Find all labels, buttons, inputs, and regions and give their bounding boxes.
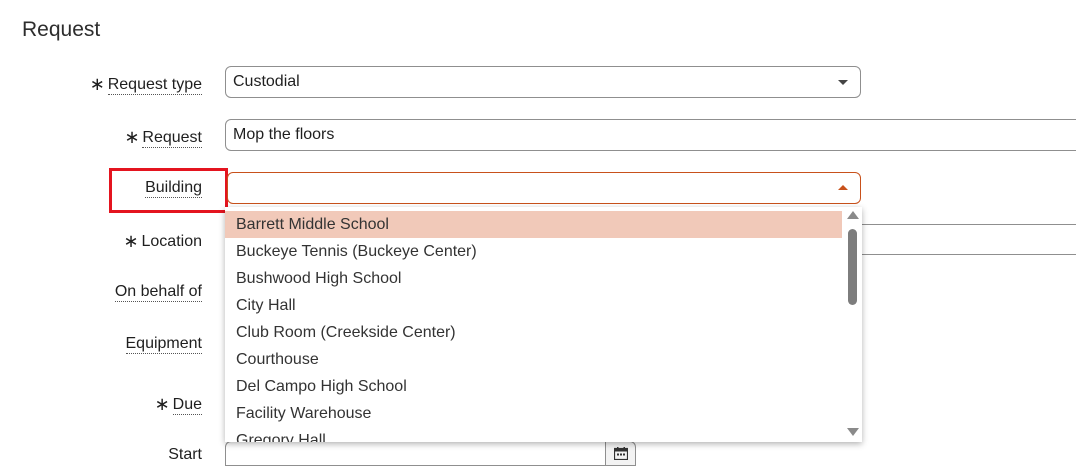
building-options: Barrett Middle School Buckeye Tennis (Bu… <box>225 211 842 442</box>
on-behalf-of-label-text: On behalf of <box>114 283 202 302</box>
building-option[interactable]: Club Room (Creekside Center) <box>225 319 842 346</box>
building-label-text: Building <box>145 179 202 198</box>
location-label: ∗ Location <box>123 230 202 251</box>
required-marker: ∗ <box>123 231 139 251</box>
required-marker: ∗ <box>154 394 170 414</box>
request-type-select[interactable]: Custodial <box>225 66 861 98</box>
scroll-down-arrow-icon[interactable] <box>847 428 859 436</box>
building-option[interactable]: Gregory Hall <box>225 427 842 442</box>
scrollbar-thumb[interactable] <box>848 229 857 305</box>
caret-down-icon[interactable] <box>838 80 848 85</box>
request-type-value: Custodial <box>233 73 300 90</box>
building-dropdown-list[interactable]: Barrett Middle School Buckeye Tennis (Bu… <box>225 207 862 442</box>
due-label: ∗ Due <box>154 393 202 415</box>
building-option[interactable]: Del Campo High School <box>225 373 842 400</box>
request-label: ∗ Request <box>124 126 202 148</box>
dropdown-scrollbar[interactable] <box>844 207 862 442</box>
calendar-button[interactable] <box>605 441 636 466</box>
request-value: Mop the floors <box>233 126 335 143</box>
equipment-label: Equipment <box>125 335 202 354</box>
caret-up-icon[interactable] <box>838 185 848 190</box>
start-label-text: Start <box>168 446 202 463</box>
request-type-label: ∗ Request type <box>89 73 202 95</box>
building-option[interactable]: Buckeye Tennis (Buckeye Center) <box>225 238 842 265</box>
building-option[interactable]: Facility Warehouse <box>225 400 842 427</box>
building-label: Building <box>145 179 202 198</box>
request-input[interactable]: Mop the floors <box>225 119 1076 151</box>
calendar-icon <box>614 447 628 460</box>
start-date-input[interactable] <box>225 441 606 466</box>
location-label-text: Location <box>141 233 203 250</box>
equipment-label-text: Equipment <box>125 335 202 354</box>
required-marker: ∗ <box>89 74 105 94</box>
start-label: Start <box>168 446 202 464</box>
on-behalf-of-label: On behalf of <box>114 283 202 302</box>
section-title: Request <box>22 18 101 41</box>
building-option[interactable]: Bushwood High School <box>225 265 842 292</box>
building-option[interactable]: City Hall <box>225 292 842 319</box>
request-label-text: Request <box>142 129 202 148</box>
due-label-text: Due <box>172 396 202 415</box>
request-type-label-text: Request type <box>107 76 202 95</box>
scroll-up-arrow-icon[interactable] <box>847 211 859 219</box>
building-option[interactable]: Courthouse <box>225 346 842 373</box>
building-select[interactable] <box>227 172 861 204</box>
required-marker: ∗ <box>124 127 140 147</box>
building-option[interactable]: Barrett Middle School <box>225 211 842 238</box>
